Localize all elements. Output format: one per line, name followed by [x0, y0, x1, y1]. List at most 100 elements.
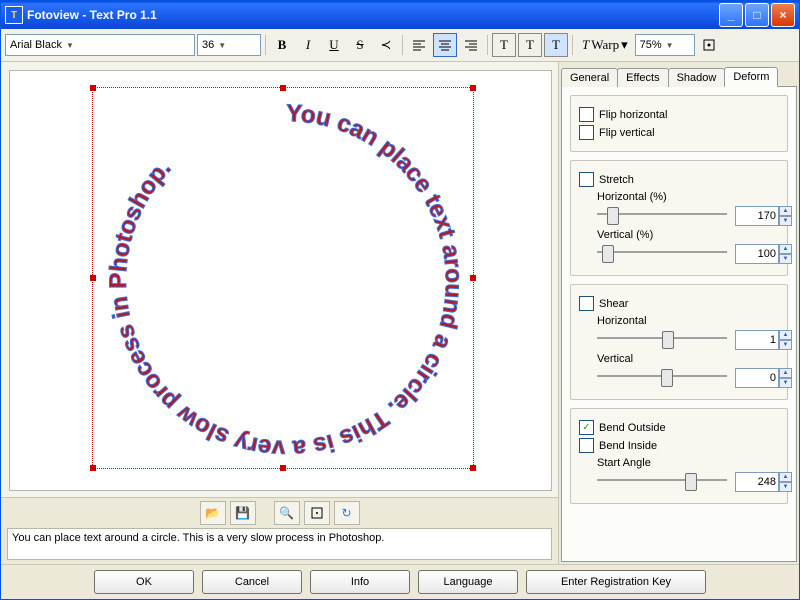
magnifier-icon: 🔍 — [279, 506, 294, 520]
toolbar: Arial Black ▼ 36 ▼ B I U S ≺ T T T T War… — [1, 29, 799, 62]
warp-label: Warp — [591, 37, 619, 53]
spin-up-icon[interactable]: ▲ — [779, 330, 792, 340]
spin-up-icon[interactable]: ▲ — [779, 244, 792, 254]
flip-horizontal-label: Flip horizontal — [599, 109, 667, 121]
shear-label: Shear — [599, 298, 628, 310]
app-icon: T — [5, 6, 23, 24]
shear-h-label: Horizontal — [597, 315, 779, 327]
flip-horizontal-checkbox[interactable] — [579, 107, 594, 122]
shear-checkbox[interactable] — [579, 296, 594, 311]
bend-outside-checkbox[interactable]: ✓ — [579, 420, 594, 435]
textbox-mode-3[interactable]: T — [544, 33, 568, 57]
spin-down-icon[interactable]: ▼ — [779, 340, 792, 350]
tab-general[interactable]: General — [561, 68, 618, 87]
textbox-mode-2[interactable]: T — [518, 33, 542, 57]
handle-tm[interactable] — [280, 85, 286, 91]
spin-down-icon[interactable]: ▼ — [779, 216, 792, 226]
font-family-value: Arial Black — [10, 39, 62, 51]
handle-br[interactable] — [470, 465, 476, 471]
options-button[interactable] — [697, 33, 721, 57]
shear-h-spin[interactable]: 1▲▼ — [735, 330, 779, 350]
zoom-tool-button[interactable]: 🔍 — [274, 501, 300, 525]
shear-h-slider[interactable] — [597, 329, 727, 347]
shear-v-spin[interactable]: 0▲▼ — [735, 368, 779, 388]
titlebar[interactable]: T Fotoview - Text Pro 1.1 _ □ × — [1, 1, 799, 29]
fit-button[interactable] — [304, 501, 330, 525]
start-angle-slider[interactable] — [597, 471, 727, 489]
folder-open-icon: 📂 — [205, 506, 220, 520]
stretch-v-label: Vertical (%) — [597, 229, 779, 241]
italic-button[interactable]: I — [296, 33, 320, 57]
flip-vertical-label: Flip vertical — [599, 127, 655, 139]
toggle-button[interactable]: ≺ — [374, 33, 398, 57]
fit-icon — [310, 506, 324, 520]
app-window: T Fotoview - Text Pro 1.1 _ □ × Arial Bl… — [0, 0, 800, 600]
right-panel: General Effects Shadow Deform Flip horiz… — [558, 62, 799, 564]
stretch-v-slider[interactable] — [597, 243, 727, 261]
maximize-button[interactable]: □ — [745, 3, 769, 27]
language-button[interactable]: Language — [418, 570, 518, 594]
bold-button[interactable]: B — [270, 33, 294, 57]
zoom-combo[interactable]: 75% ▼ — [635, 34, 695, 56]
handle-bl[interactable] — [90, 465, 96, 471]
tab-strip: General Effects Shadow Deform — [559, 62, 799, 86]
stretch-checkbox[interactable] — [579, 172, 594, 187]
left-pane: You can place text around a circle. This… — [1, 62, 558, 564]
register-button[interactable]: Enter Registration Key — [526, 570, 706, 594]
bend-inside-checkbox[interactable] — [579, 438, 594, 453]
stretch-v-spin[interactable]: 100▲▼ — [735, 244, 779, 264]
tab-effects[interactable]: Effects — [617, 68, 668, 87]
font-family-combo[interactable]: Arial Black ▼ — [5, 34, 195, 56]
minimize-button[interactable]: _ — [719, 3, 743, 27]
shear-v-slider[interactable] — [597, 367, 727, 385]
footer: OK Cancel Info Language Enter Registrati… — [1, 564, 799, 599]
spin-down-icon[interactable]: ▼ — [779, 482, 792, 492]
align-center-button[interactable] — [433, 33, 457, 57]
handle-bm[interactable] — [280, 465, 286, 471]
bend-outside-label: Bend Outside — [599, 422, 666, 434]
close-button[interactable]: × — [771, 3, 795, 27]
align-left-button[interactable] — [407, 33, 431, 57]
info-button[interactable]: Info — [310, 570, 410, 594]
textbox-mode-1[interactable]: T — [492, 33, 516, 57]
start-angle-spin[interactable]: 248▲▼ — [735, 472, 779, 492]
canvas-toolbar: 📂 💾 🔍 ↻ — [1, 497, 558, 528]
flip-vertical-checkbox[interactable] — [579, 125, 594, 140]
bend-inside-label: Bend Inside — [599, 440, 657, 452]
handle-ml[interactable] — [90, 275, 96, 281]
cancel-button[interactable]: Cancel — [202, 570, 302, 594]
zoom-value: 75% — [640, 39, 662, 51]
handle-mr[interactable] — [470, 275, 476, 281]
tab-deform[interactable]: Deform — [724, 67, 778, 87]
font-size-value: 36 — [202, 39, 214, 51]
refresh-icon: ↻ — [341, 506, 351, 520]
refresh-button[interactable]: ↻ — [334, 501, 360, 525]
spin-up-icon[interactable]: ▲ — [779, 472, 792, 482]
spin-down-icon[interactable]: ▼ — [779, 378, 792, 388]
preview-canvas[interactable]: You can place text around a circle. This… — [9, 70, 552, 491]
handle-tl[interactable] — [90, 85, 96, 91]
tab-shadow[interactable]: Shadow — [668, 68, 726, 87]
spin-up-icon[interactable]: ▲ — [779, 206, 792, 216]
selection-box[interactable] — [92, 87, 474, 469]
start-angle-label: Start Angle — [597, 457, 779, 469]
save-button[interactable]: 💾 — [230, 501, 256, 525]
strike-button[interactable]: S — [348, 33, 372, 57]
underline-button[interactable]: U — [322, 33, 346, 57]
text-input[interactable]: You can place text around a circle. This… — [7, 528, 552, 560]
align-right-button[interactable] — [459, 33, 483, 57]
handle-tr[interactable] — [470, 85, 476, 91]
chevron-down-icon: ▼ — [218, 41, 226, 50]
stretch-h-spin[interactable]: 170▲▼ — [735, 206, 779, 226]
deform-panel: Flip horizontal Flip vertical Stretch Ho… — [561, 86, 797, 562]
chevron-down-icon: ▼ — [66, 41, 74, 50]
chevron-down-icon: ▼ — [666, 41, 674, 50]
spin-down-icon[interactable]: ▼ — [779, 254, 792, 264]
spin-up-icon[interactable]: ▲ — [779, 368, 792, 378]
warp-menu[interactable]: T Warp ▾ — [577, 33, 633, 57]
ok-button[interactable]: OK — [94, 570, 194, 594]
open-button[interactable]: 📂 — [200, 501, 226, 525]
stretch-h-slider[interactable] — [597, 205, 727, 223]
font-size-combo[interactable]: 36 ▼ — [197, 34, 261, 56]
stretch-label: Stretch — [599, 174, 634, 186]
